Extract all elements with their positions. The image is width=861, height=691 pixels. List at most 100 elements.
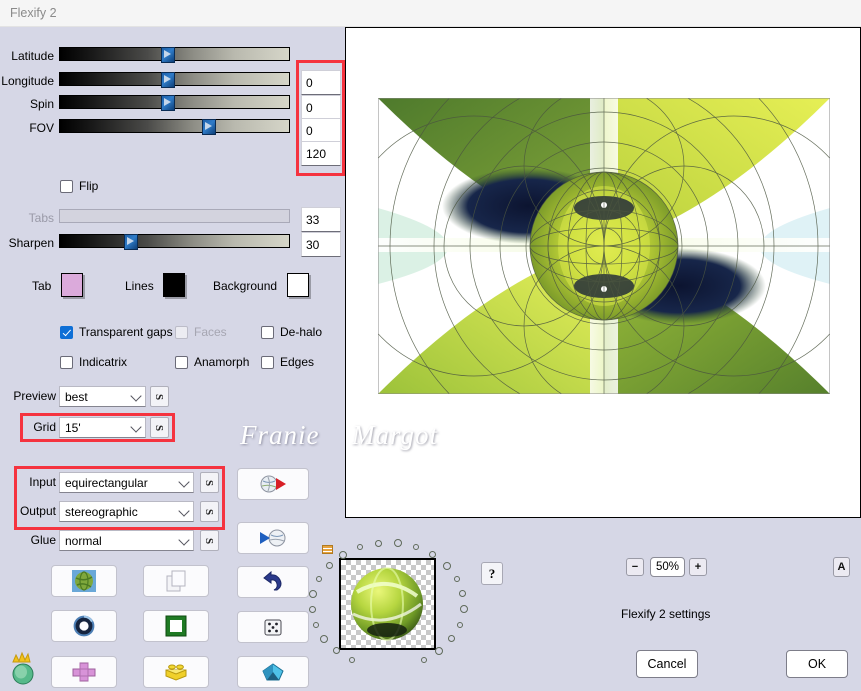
slider-thumb-latitude[interactable] <box>160 47 175 63</box>
value-field-fov[interactable]: 120 <box>301 141 341 166</box>
orbit-dot[interactable] <box>325 562 333 570</box>
color-label-tab: Tab <box>32 279 52 293</box>
color-label-lines: Lines <box>125 279 154 293</box>
tab-marker-icon <box>322 545 333 554</box>
preset-button-label-grid: S <box>153 424 166 431</box>
chevron-down-icon <box>130 389 142 402</box>
orbit-dot[interactable] <box>316 575 323 582</box>
checkbox-box-faces <box>175 325 188 339</box>
checkbox-box-edges[interactable] <box>261 355 274 369</box>
orbit-dot[interactable] <box>435 646 444 655</box>
dropdown-glue[interactable]: normal <box>59 530 194 551</box>
slider-track-spin[interactable] <box>59 95 290 111</box>
value-field-latitude[interactable]: 0 <box>301 70 341 95</box>
button-cross-net[interactable] <box>51 656 117 688</box>
button-polyhedron[interactable] <box>237 656 309 688</box>
checkbox-anamorph[interactable]: Anamorph <box>175 355 249 372</box>
pentagon-icon <box>262 663 284 681</box>
button-brick[interactable] <box>143 656 209 688</box>
dropdown-grid[interactable]: 15' <box>59 417 146 438</box>
bottom-right-panel: − 50% + A Flexify 2 settings Cancel OK <box>345 519 861 678</box>
slider-label-tabs: Tabs <box>28 211 54 225</box>
button-randomize[interactable] <box>237 611 309 643</box>
checkbox-label-edges: Edges <box>280 355 315 369</box>
slider-track-longitude[interactable] <box>59 72 290 88</box>
color-label-background: Background <box>213 279 278 293</box>
slider-thumb-fov[interactable] <box>201 119 216 135</box>
slider-thumb-longitude[interactable] <box>160 72 175 88</box>
checkbox-box-de-halo[interactable] <box>261 325 274 339</box>
zoom-in-button[interactable]: + <box>689 558 707 576</box>
dropdown-output[interactable]: stereographic <box>59 501 194 522</box>
preview-pane[interactable] <box>345 27 861 518</box>
checkbox-edges[interactable]: Edges <box>261 355 314 372</box>
orbit-dot[interactable] <box>374 539 382 547</box>
color-swatch-background[interactable] <box>287 273 309 297</box>
value-field-longitude[interactable]: 0 <box>301 95 341 120</box>
checkbox-flip[interactable]: Flip <box>60 179 98 196</box>
preset-button-output[interactable]: S <box>200 501 219 522</box>
button-torus[interactable] <box>51 610 117 642</box>
chevron-down-icon <box>178 533 190 546</box>
color-swatch-lines[interactable] <box>163 273 185 297</box>
dropdown-input[interactable]: equirectangular <box>59 472 194 493</box>
orbit-dot[interactable] <box>457 621 464 628</box>
dropdown-preview[interactable]: best <box>59 386 146 407</box>
orbit-dot[interactable] <box>309 589 318 598</box>
checkbox-transparent-gaps[interactable]: Transparent gaps <box>60 325 173 342</box>
checkbox-box-indicatrix[interactable] <box>60 355 73 369</box>
slider-label-latitude: Latitude <box>11 49 54 63</box>
slider-track-fov[interactable] <box>59 119 290 135</box>
flame-icon <box>12 651 34 685</box>
preset-button-glue[interactable]: S <box>200 530 219 551</box>
preset-button-grid[interactable]: S <box>150 417 169 438</box>
dropdown-value-glue: normal <box>65 533 102 548</box>
cancel-button[interactable]: Cancel <box>636 650 698 678</box>
button-copy[interactable] <box>143 565 209 597</box>
dropdown-label-output: Output <box>19 504 56 518</box>
orbit-dot[interactable] <box>420 656 427 663</box>
undo-arrow-icon <box>263 571 282 591</box>
window-title: Flexify 2 <box>10 6 57 20</box>
dropdown-label-preview: Preview <box>13 389 56 403</box>
orbit-dot[interactable] <box>312 621 319 628</box>
orbit-dot[interactable] <box>308 605 316 613</box>
slider-thumb-sharpen[interactable] <box>124 234 139 250</box>
globe-thumbnail-icon <box>72 570 96 592</box>
value-field-spin[interactable]: 0 <box>301 118 341 143</box>
button-undo[interactable] <box>237 566 309 598</box>
button-load-globe[interactable] <box>237 468 309 500</box>
dropdown-value-input: equirectangular <box>65 475 148 490</box>
slider-thumb-spin[interactable] <box>160 95 175 111</box>
yellow-brick-icon <box>165 664 187 681</box>
zoom-out-button[interactable]: − <box>626 558 644 576</box>
orbit-dot[interactable] <box>442 561 451 570</box>
checkbox-label-faces: Faces <box>194 325 227 339</box>
button-save-globe[interactable] <box>237 522 309 554</box>
save-globe-icon <box>260 529 286 547</box>
anchor-button[interactable]: A <box>833 557 850 577</box>
dropdown-value-grid: 15' <box>65 420 81 435</box>
checkbox-label-flip: Flip <box>79 179 99 193</box>
orbit-dot[interactable] <box>453 575 460 582</box>
button-globe-thumbnail[interactable] <box>51 565 117 597</box>
checkbox-label-indicatrix: Indicatrix <box>79 355 128 369</box>
preset-button-input[interactable]: S <box>200 472 219 493</box>
checkbox-box-flip[interactable] <box>60 179 73 193</box>
preset-button-label-output: S <box>203 508 216 515</box>
button-green-frame[interactable] <box>143 610 209 642</box>
checkbox-box-transparent-gaps[interactable] <box>60 325 73 339</box>
slider-track-latitude[interactable] <box>59 47 290 63</box>
slider-track-sharpen[interactable] <box>59 234 290 250</box>
preset-button-preview[interactable]: S <box>150 386 169 407</box>
slider-label-sharpen: Sharpen <box>8 236 54 250</box>
value-field-sharpen[interactable]: 30 <box>301 232 341 257</box>
color-swatch-tab[interactable] <box>61 273 83 297</box>
checkbox-box-anamorph[interactable] <box>175 355 188 369</box>
checkbox-de-halo[interactable]: De-halo <box>261 325 322 342</box>
ok-button[interactable]: OK <box>786 650 848 678</box>
checkbox-indicatrix[interactable]: Indicatrix <box>60 355 127 372</box>
zoom-level-value[interactable]: 50% <box>650 557 686 577</box>
checkbox-faces: Faces <box>175 325 227 342</box>
value-field-tabs[interactable]: 33 <box>301 207 341 232</box>
